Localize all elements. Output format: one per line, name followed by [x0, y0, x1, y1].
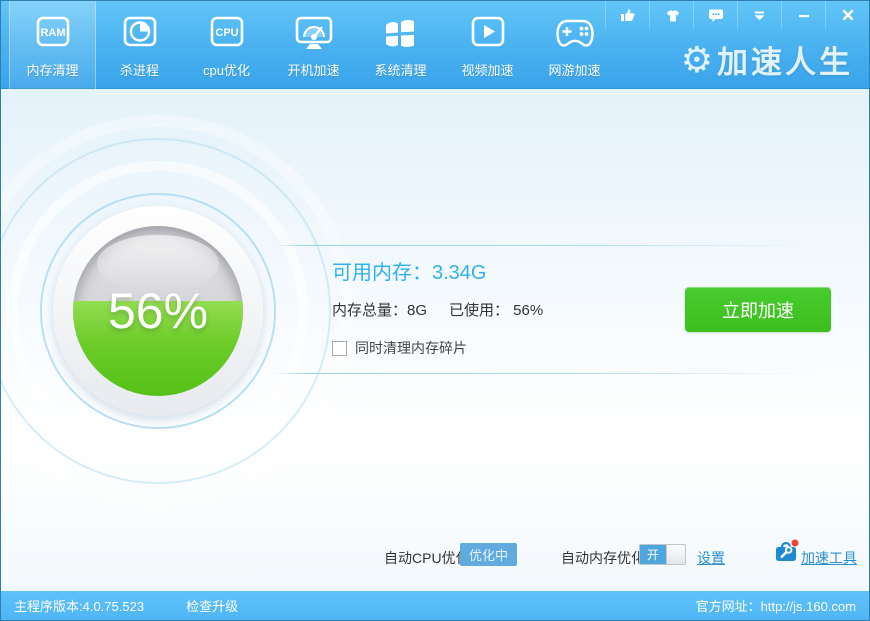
tab-kill-process[interactable]: 杀进程 — [96, 1, 183, 89]
available-memory-text: 可用内存：3.34G — [332, 262, 487, 284]
tab-system-clean[interactable]: 系统清理 — [357, 1, 444, 89]
speedometer-icon — [295, 16, 332, 49]
ram-icon: RAM — [36, 16, 69, 47]
official-website-text[interactable]: 官方网址：http://js.160.com — [696, 596, 856, 615]
skin-icon[interactable] — [649, 1, 693, 29]
status-bar: 主程序版本:4.0.75.523 检查升级 官方网址：http://js.160… — [1, 591, 869, 620]
toggle-knob — [666, 545, 685, 564]
gamepad-icon — [555, 19, 594, 47]
gear-icon: ⚙ — [680, 38, 713, 80]
memory-totals-text: 内存总量：8G 已使用： 56% — [332, 299, 565, 320]
pie-chart-icon — [123, 16, 156, 47]
version-text: 主程序版本:4.0.75.523 — [14, 599, 145, 614]
main-panel: 56% 可用内存：3.34G 内存总量：8G 已使用： 56% 同时清理内存碎片 … — [1, 89, 869, 593]
svg-text:RAM: RAM — [40, 27, 65, 39]
minimize-icon[interactable] — [781, 1, 825, 29]
tab-label: 杀进程 — [119, 63, 159, 78]
divider-line — [273, 245, 815, 246]
auto-cpu-label: 自动CPU优化 — [384, 550, 470, 566]
toolbox-wrench-icon[interactable] — [773, 539, 799, 565]
menu-arrow-icon[interactable] — [737, 1, 781, 29]
tab-label: cpu优化 — [203, 63, 250, 78]
speedup-tools-link[interactable]: 加速工具 — [801, 548, 857, 568]
divider-line — [273, 373, 815, 374]
settings-link[interactable]: 设置 — [697, 548, 725, 568]
auto-memory-label: 自动内存优化 — [561, 550, 645, 566]
app-logo: ⚙ 加速人生 — [681, 37, 853, 82]
tab-video-speedup[interactable]: 视频加速 — [444, 1, 531, 89]
notification-red-dot — [791, 539, 799, 547]
toggle-on-label: 开 — [646, 548, 659, 562]
svg-text:CPU: CPU — [215, 27, 238, 39]
tab-memory-clean[interactable]: RAM 内存清理 — [9, 1, 96, 89]
tab-label: 系统清理 — [374, 63, 427, 78]
tab-boot-speedup[interactable]: 开机加速 — [270, 1, 357, 89]
tab-label: 网游加速 — [548, 63, 601, 78]
tab-label: 开机加速 — [287, 63, 340, 78]
speed-up-now-button[interactable]: 立即加速 — [685, 287, 831, 332]
thumbs-up-icon[interactable] — [605, 1, 649, 29]
toolbar: RAM 内存清理 杀进程 CPU cpu优化 开机加速 系统清理 视频加速 网游… — [1, 1, 869, 89]
feedback-icon[interactable] — [693, 1, 737, 29]
app-window: RAM 内存清理 杀进程 CPU cpu优化 开机加速 系统清理 视频加速 网游… — [0, 0, 870, 621]
tab-label: 内存清理 — [26, 63, 79, 78]
tab-label: 视频加速 — [461, 63, 514, 78]
auto-memory-toggle[interactable]: 开 — [639, 544, 686, 565]
windows-icon — [385, 19, 414, 48]
close-icon[interactable] — [825, 1, 869, 29]
cpu-optimizing-badge[interactable]: 优化中 — [460, 543, 518, 566]
check-update-link[interactable]: 检查升级 — [186, 596, 238, 615]
total-memory-text: 内存总量：8G — [332, 302, 428, 319]
defrag-checkbox[interactable] — [332, 340, 347, 356]
used-memory-text: 已使用： 56% — [449, 302, 544, 319]
tab-bar: RAM 内存清理 杀进程 CPU cpu优化 开机加速 系统清理 视频加速 网游… — [9, 1, 618, 89]
tab-cpu-optimize[interactable]: CPU cpu优化 — [183, 1, 270, 89]
app-logo-text: 加速人生 — [717, 45, 853, 80]
window-controls — [605, 1, 869, 29]
gauge-ball: 56% — [73, 226, 243, 396]
memory-usage-percent: 56% — [107, 283, 209, 339]
memory-usage-gauge: 56% — [40, 193, 276, 429]
video-play-icon — [471, 16, 504, 47]
defrag-option-row: 同时清理内存碎片 — [332, 338, 467, 358]
cpu-icon: CPU — [210, 16, 243, 47]
defrag-checkbox-label: 同时清理内存碎片 — [355, 340, 467, 356]
